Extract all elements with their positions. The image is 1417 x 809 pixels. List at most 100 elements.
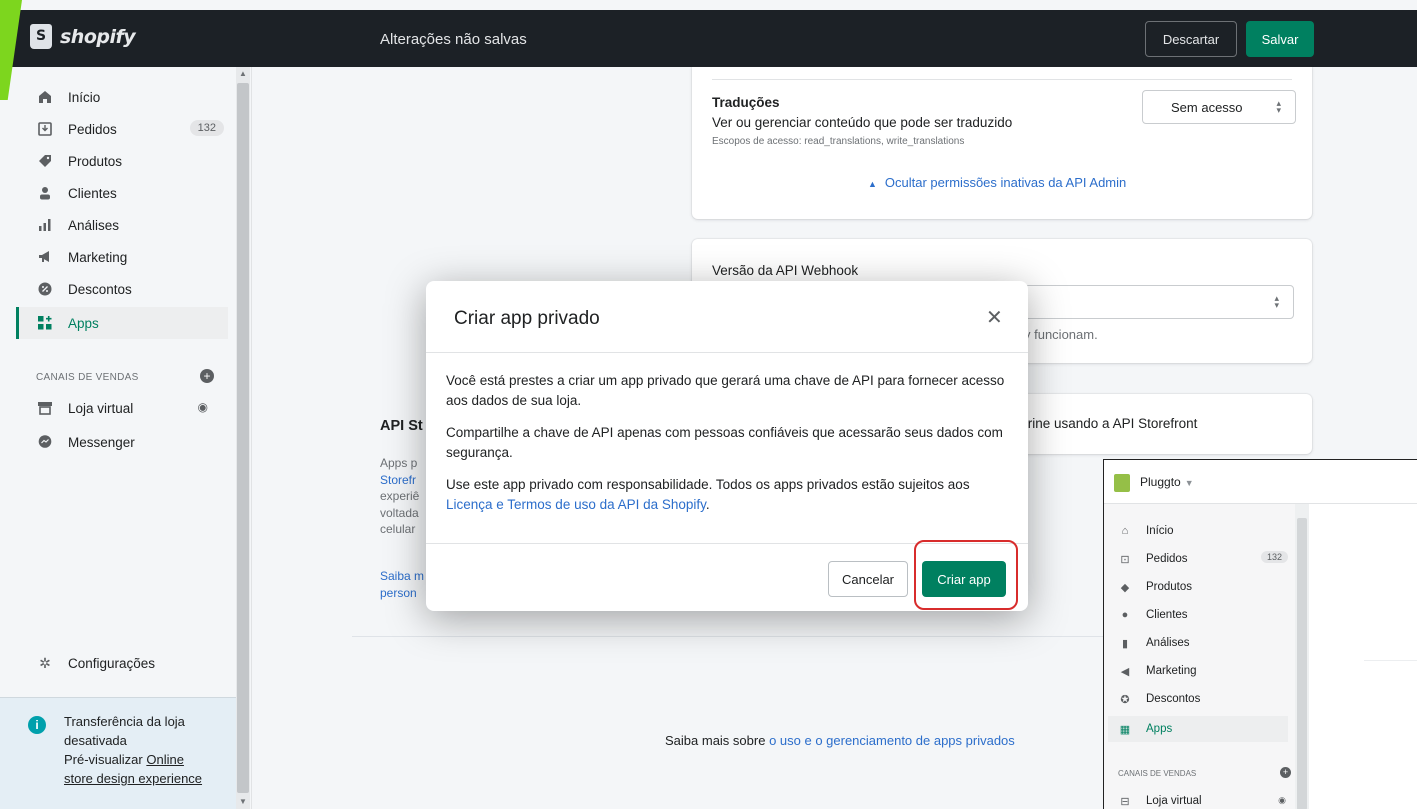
inset-item-pedidos[interactable]: ⊡ Pedidos 132 — [1108, 546, 1288, 572]
inset-item-label: Descontos — [1146, 693, 1201, 705]
store-design-link[interactable]: store design experience — [64, 771, 202, 786]
inset-item-analises[interactable]: ▮ Análises — [1108, 630, 1288, 656]
inset-item-clientes[interactable]: ● Clientes — [1108, 602, 1288, 628]
orders-count-badge: 132 — [189, 120, 224, 136]
license-terms-link[interactable]: Licença e Termos de uso da API da Shopif… — [446, 497, 706, 512]
translations-scopes: Escopos de acesso: read_translations, wr… — [712, 136, 965, 147]
sidebar-item-clientes[interactable]: Clientes — [16, 177, 228, 209]
caret-up-icon: ▲ — [868, 179, 877, 189]
sidebar-item-messenger[interactable]: Messenger — [16, 426, 228, 458]
sidebar-item-configuracoes[interactable]: ✲ Configurações — [16, 647, 228, 679]
sidebar-item-label: Apps — [68, 315, 99, 331]
cancel-button[interactable]: Cancelar — [828, 561, 908, 597]
bar-chart-icon — [36, 216, 54, 234]
storefront-links[interactable]: Saiba m person — [380, 568, 430, 602]
notice-line-1: Transferência da loja — [64, 714, 185, 729]
modal-paragraph-3: Use este app privado com responsabilidad… — [446, 475, 1006, 515]
close-icon[interactable]: ✕ — [986, 305, 1003, 329]
modal-paragraph-2: Compartilhe a chave de API apenas com pe… — [446, 425, 1003, 460]
home-icon: ⌂ — [1121, 525, 1129, 537]
bar-chart-icon: ▮ — [1121, 637, 1129, 650]
store-transfer-notice: i Transferência da loja desativada Pré-v… — [0, 697, 236, 809]
home-icon — [36, 88, 54, 106]
shopping-bag-icon — [30, 24, 52, 49]
sidebar-item-label: Análises — [68, 217, 120, 233]
discard-button[interactable]: Descartar — [1145, 21, 1237, 57]
sidebar-item-label: Messenger — [68, 434, 135, 450]
desc-line: celular — [380, 522, 416, 536]
select-value: Sem acesso — [1171, 99, 1243, 115]
store-icon — [36, 399, 54, 417]
chevron-down-icon: ▼ — [1184, 478, 1194, 488]
shopify-logo[interactable]: shopify — [30, 24, 136, 49]
notice-line-2: desativada — [64, 733, 127, 748]
select-arrows-icon: ▴ ▾ — [1276, 98, 1281, 115]
save-button[interactable]: Salvar — [1246, 21, 1314, 57]
sidebar-item-marketing[interactable]: Marketing — [16, 241, 228, 273]
translations-card: Traduções Ver ou gerenciar conteúdo que … — [692, 67, 1312, 219]
inset-item-label: Pedidos — [1146, 553, 1188, 565]
p3-suffix: . — [705, 497, 710, 512]
sidebar-item-descontos[interactable]: Descontos — [16, 273, 228, 305]
desc-line: voltada — [380, 505, 419, 520]
add-channel-icon[interactable]: + — [1280, 767, 1291, 778]
sidebar-item-analises[interactable]: Análises — [16, 209, 228, 241]
webhook-hint: y funcionam. — [1024, 327, 1098, 342]
storefront-option-label: trine usando a API Storefront — [1024, 416, 1198, 431]
modal-paragraph-1: Você está prestes a criar um app privado… — [446, 373, 1005, 408]
eye-icon[interactable]: ◉ — [198, 400, 208, 414]
sidebar-item-label: Descontos — [68, 281, 132, 297]
inset-scroll-thumb[interactable] — [1297, 518, 1307, 809]
hide-inactive-permissions-link[interactable]: ▲ Ocultar permissões inativas da API Admi… — [868, 175, 1126, 190]
sidebar-item-inicio[interactable]: Início — [16, 81, 228, 113]
scroll-down-icon[interactable]: ▼ — [239, 797, 247, 806]
logo-text: shopify — [60, 25, 136, 48]
modal-header: Criar app privado ✕ — [426, 281, 1028, 353]
sales-channels-label: CANAIS DE VENDAS — [36, 372, 139, 383]
shopify-bag-icon — [1114, 474, 1130, 492]
discount-icon: ✪ — [1120, 693, 1130, 706]
inset-item-loja-virtual[interactable]: ⊟ Loja virtual ◉ — [1108, 788, 1288, 809]
modal-title: Criar app privado — [454, 308, 600, 329]
notice-line-4: store design experience — [64, 769, 224, 788]
sidebar-item-produtos[interactable]: Produtos — [16, 145, 228, 177]
desc-line[interactable]: Storefr — [380, 472, 430, 489]
webhook-version-select[interactable]: ▴ ▾ — [1024, 285, 1294, 319]
sidebar-item-label: Clientes — [68, 185, 117, 201]
notice-prefix: Pré-visualizar — [64, 752, 147, 767]
notice-line-3: Pré-visualizar Online — [64, 750, 224, 769]
store-switcher[interactable]: Pluggto ▼ — [1140, 475, 1194, 489]
inset-item-descontos[interactable]: ✪ Descontos — [1108, 686, 1288, 712]
inset-item-label: Início — [1146, 525, 1174, 537]
desc-line: Apps p — [380, 456, 418, 470]
sidebar-item-apps[interactable]: Apps — [16, 307, 228, 339]
inset-item-inicio[interactable]: ⌂ Início — [1108, 518, 1288, 544]
sidebar: Início Pedidos 132 Produtos Clientes Aná… — [0, 67, 252, 809]
tag-icon: ◆ — [1120, 581, 1130, 594]
sidebar-item-pedidos[interactable]: Pedidos 132 — [16, 113, 228, 145]
eye-icon[interactable]: ◉ — [1278, 795, 1286, 806]
online-link[interactable]: Online — [146, 752, 184, 767]
storefront-description: Apps p Storefr experiê voltada celular — [380, 455, 430, 538]
private-apps-link[interactable]: o uso e o gerenciamento de apps privados — [769, 733, 1015, 748]
sidebar-item-label: Pedidos — [68, 121, 117, 137]
active-indicator — [16, 307, 19, 339]
sidebar-item-label: Produtos — [68, 153, 123, 169]
translations-access-select[interactable]: Sem acesso ▴ ▾ — [1142, 90, 1296, 124]
storefront-link-line[interactable]: Saiba m — [380, 568, 430, 585]
inset-item-label: Clientes — [1146, 609, 1188, 621]
sidebar-item-loja-virtual[interactable]: Loja virtual ◉ — [16, 392, 228, 424]
hide-link-label: Ocultar permissões inativas da API Admin — [884, 175, 1127, 190]
person-icon — [36, 184, 54, 202]
scroll-up-icon[interactable]: ▲ — [239, 69, 247, 78]
inset-item-produtos[interactable]: ◆ Produtos — [1108, 574, 1288, 600]
sidebar-item-label: Loja virtual — [68, 400, 134, 416]
add-channel-icon[interactable]: + — [200, 369, 214, 383]
inset-item-marketing[interactable]: ◀ Marketing — [1108, 658, 1288, 684]
highlight-box — [914, 540, 1018, 610]
sidebar-item-label: Marketing — [68, 249, 128, 265]
storefront-link-line[interactable]: person — [380, 585, 430, 602]
inset-item-apps[interactable]: ▦ Apps — [1108, 716, 1288, 742]
p3-prefix: Use este app privado com responsabilidad… — [446, 477, 970, 492]
sidebar-scroll-thumb[interactable] — [237, 83, 249, 793]
